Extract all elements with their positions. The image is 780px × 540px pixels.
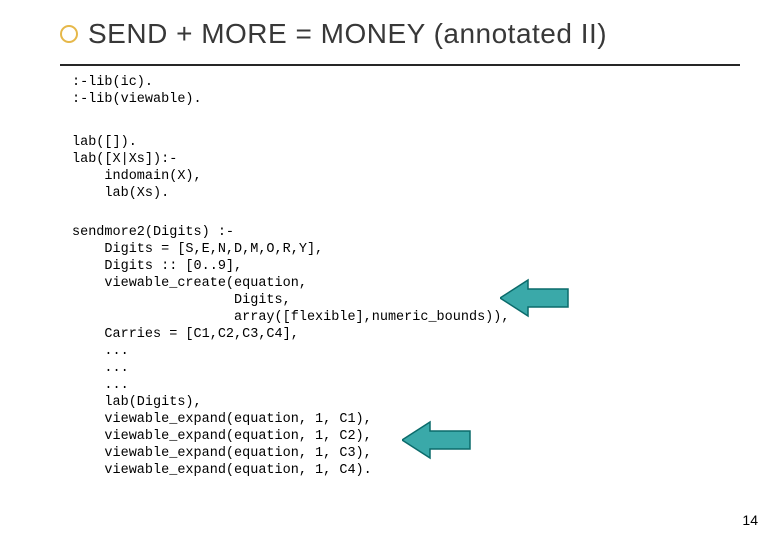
code-block-lab: lab([]). lab([X|Xs]):- indomain(X), lab(…	[72, 134, 202, 202]
title-row: SEND + MORE = MONEY (annotated II)	[60, 18, 740, 50]
slide-title: SEND + MORE = MONEY (annotated II)	[88, 18, 607, 50]
circle-bullet-icon	[60, 25, 78, 43]
code-block-lib: :-lib(ic). :-lib(viewable).	[72, 74, 202, 108]
arrow-left-icon	[402, 418, 474, 462]
title-divider	[60, 64, 740, 66]
slide: SEND + MORE = MONEY (annotated II) :-lib…	[0, 0, 780, 540]
page-number: 14	[742, 512, 758, 528]
arrow-left-icon	[500, 276, 572, 320]
